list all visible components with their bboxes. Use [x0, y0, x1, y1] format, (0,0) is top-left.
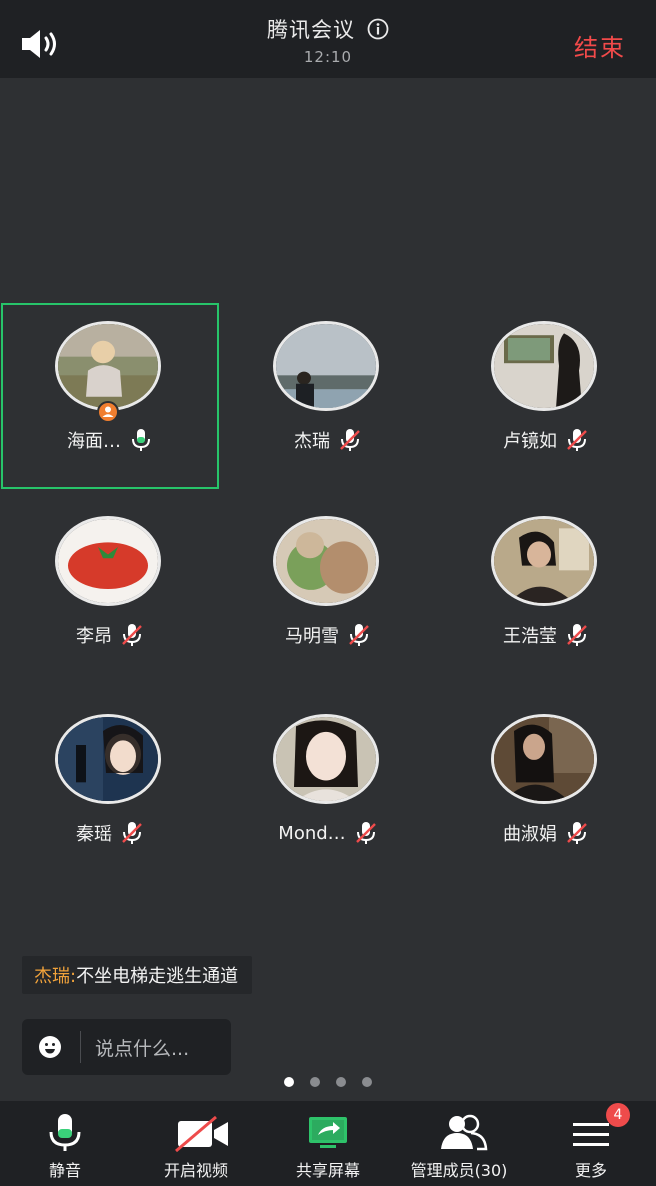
mic-muted-icon	[120, 820, 144, 846]
chat-message: 杰瑞: 不坐电梯走逃生通道	[22, 956, 253, 994]
participant-name-row: 杰瑞	[219, 427, 437, 453]
participant-tile[interactable]: 马明雪	[219, 498, 437, 684]
more-button[interactable]: 更多 4	[526, 1101, 656, 1186]
page-dot[interactable]	[310, 1077, 320, 1087]
participant-name-row: 秦瑶	[1, 820, 219, 846]
mic-on-icon	[129, 427, 153, 453]
mic-muted-icon	[347, 622, 371, 648]
avatar	[55, 516, 161, 606]
participant-name-row: 李昂	[1, 622, 219, 648]
manage-members-label: 管理成员(30)	[410, 1161, 508, 1180]
participant-name-row: 海面…	[1, 427, 219, 453]
participant-name: 李昂	[76, 626, 112, 647]
participant-name: 王浩莹	[503, 626, 557, 647]
avatar	[273, 516, 379, 606]
avatar	[273, 321, 379, 411]
meeting-header: 腾讯会议 12:10	[0, 14, 656, 66]
participant-tile[interactable]: 卢镜如	[437, 303, 655, 489]
video-off-icon	[174, 1113, 228, 1153]
video-button[interactable]: 开启视频	[131, 1101, 261, 1186]
top-bar: 腾讯会议 12:10 结束	[0, 0, 656, 78]
mic-muted-icon	[565, 820, 589, 846]
participant-tile[interactable]: Mond…	[219, 696, 437, 882]
share-screen-icon	[306, 1113, 350, 1153]
participant-name: 卢镜如	[503, 431, 557, 452]
share-screen-label: 共享屏幕	[295, 1161, 360, 1180]
mic-muted-icon	[120, 622, 144, 648]
video-label: 开启视频	[163, 1161, 228, 1180]
mic-muted-icon	[565, 427, 589, 453]
avatar	[491, 321, 597, 411]
participant-name-row: 卢镜如	[437, 427, 655, 453]
participant-tile[interactable]: 秦瑶	[1, 696, 219, 882]
meeting-duration: 12:10	[303, 48, 353, 66]
bottom-toolbar: 静音 开启视频 共享屏幕 管理成员(30) 更多 4	[0, 1101, 656, 1186]
participant-name: 马明雪	[285, 626, 339, 647]
avatar	[55, 321, 161, 411]
mic-icon	[43, 1113, 87, 1153]
chat-text: 不坐电梯走逃生通道	[76, 966, 239, 987]
participant-tile[interactable]: 曲淑娟	[437, 696, 655, 882]
chat-input[interactable]: 说点什么...	[22, 1019, 231, 1075]
more-label: 更多	[574, 1161, 607, 1180]
avatar	[491, 714, 597, 804]
page-dot[interactable]	[362, 1077, 372, 1087]
participant-name-row: Mond…	[219, 820, 437, 846]
participant-name-row: 曲淑娟	[437, 820, 655, 846]
meeting-title[interactable]: 腾讯会议	[267, 14, 389, 44]
participant-name: 海面…	[67, 431, 121, 452]
mute-label: 静音	[48, 1161, 81, 1180]
participant-tile[interactable]: 海面…	[1, 303, 219, 489]
avatar	[273, 714, 379, 804]
emoji-icon[interactable]	[38, 1035, 62, 1059]
participant-name: Mond…	[278, 822, 346, 844]
participant-tile[interactable]: 王浩莹	[437, 498, 655, 684]
chat-divider	[80, 1031, 81, 1063]
avatar	[55, 714, 161, 804]
host-badge-icon	[97, 401, 119, 423]
page-dot[interactable]	[284, 1077, 294, 1087]
page-indicator	[284, 1077, 372, 1087]
mic-muted-icon	[354, 820, 378, 846]
mic-muted-icon	[565, 622, 589, 648]
chat-sender: 杰瑞:	[34, 966, 77, 987]
mute-button[interactable]: 静音	[0, 1101, 130, 1186]
members-icon	[437, 1113, 488, 1153]
manage-members-button[interactable]: 管理成员(30)	[394, 1101, 524, 1186]
share-screen-button[interactable]: 共享屏幕	[263, 1101, 393, 1186]
avatar	[491, 516, 597, 606]
participant-name-row: 王浩莹	[437, 622, 655, 648]
participant-name: 曲淑娟	[503, 824, 557, 845]
mic-muted-icon	[338, 427, 362, 453]
participant-name-row: 马明雪	[219, 622, 437, 648]
page-dot[interactable]	[336, 1077, 346, 1087]
participant-tile[interactable]: 杰瑞	[219, 303, 437, 489]
meeting-title-text: 腾讯会议	[267, 18, 355, 42]
info-icon[interactable]	[367, 18, 389, 40]
end-meeting-button[interactable]: 结束	[574, 28, 626, 63]
participant-name: 秦瑶	[76, 824, 112, 845]
participant-tile[interactable]: 李昂	[1, 498, 219, 684]
participant-name: 杰瑞	[294, 431, 330, 452]
chat-placeholder: 说点什么...	[95, 1037, 190, 1060]
notification-badge: 4	[606, 1103, 630, 1127]
